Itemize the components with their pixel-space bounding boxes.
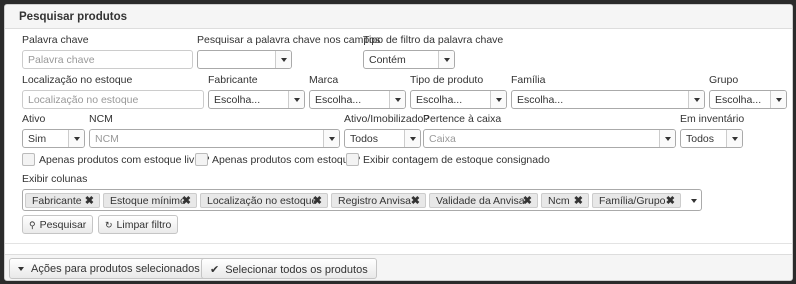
column-tag: Validade da Anvisa ✖ [429,193,538,208]
panel-header: Pesquisar produtos [5,5,792,29]
chevron-down-icon [726,130,742,147]
fixed-asset-label: Ativo/Imobilizado? [344,113,430,125]
group-value: Escolha... [715,94,762,106]
column-tag-label: Estoque mínimo [110,195,186,207]
chevron-down-icon [659,130,675,147]
chevron-down-icon [288,91,304,108]
column-tag-label: Localização no estoque [207,195,318,207]
group-select[interactable]: Escolha... [709,90,787,109]
caret-down-icon[interactable] [691,199,697,203]
consigned-stock-checkbox[interactable] [346,153,359,166]
stock-location-label: Localização no estoque [22,74,133,86]
refresh-icon: ↻ [105,220,113,230]
family-label: Família [511,74,546,86]
free-stock-label: Apenas produtos com estoque livre? [39,154,210,166]
column-tag-label: Ncm [548,195,570,207]
close-icon[interactable]: ✖ [411,194,420,207]
brand-select[interactable]: Escolha... [309,90,406,109]
caret-down-icon [18,267,24,272]
search-products-panel: Pesquisar produtos Palavra chave Palavra… [4,4,793,281]
chevron-down-icon [323,130,339,147]
chevron-down-icon [770,91,786,108]
with-stock-label: Apenas produtos com estoque? [212,154,361,166]
clear-filter-button-label: Limpar filtro [116,219,172,231]
manufacturer-select[interactable]: Escolha... [208,90,305,109]
column-tag: Registro Anvisa ✖ [331,193,426,208]
cash-register-select[interactable]: Caixa [423,129,676,148]
fixed-asset-select[interactable]: Todos [344,129,421,148]
search-button-label: Pesquisar [39,219,87,231]
column-tag: Ncm ✖ [541,193,589,208]
chevron-down-icon [490,91,506,108]
clear-filter-button[interactable]: ↻ Limpar filtro [98,215,179,234]
close-icon[interactable]: ✖ [182,194,191,207]
divider [5,243,792,244]
search-icon: ⚲ [29,220,36,230]
panel-title: Pesquisar produtos [19,11,127,23]
check-icon: ✔ [210,264,220,276]
column-tag: Estoque mínimo ✖ [103,193,197,208]
product-type-value: Escolha... [416,94,463,106]
keyword-label: Palavra chave [22,34,89,46]
inventory-label: Em inventário [680,113,745,125]
filter-type-value: Contém [369,54,406,66]
filter-type-select[interactable]: Contém [363,50,455,69]
active-label: Ativo [22,113,46,125]
selected-products-actions-label: Ações para produtos selecionados [31,263,200,275]
active-select[interactable]: Sim [22,129,85,148]
column-tag-label: Registro Anvisa [338,195,411,207]
search-fields-select[interactable] [197,50,292,69]
cash-register-value: Caixa [429,133,456,145]
close-icon[interactable]: ✖ [574,194,583,207]
select-all-products-label: Selecionar todos os produtos [225,264,368,276]
filter-type-label: Tipo de filtro da palavra chave [363,34,504,46]
selected-products-actions-button[interactable]: Ações para produtos selecionados [9,258,209,279]
group-label: Grupo [709,74,739,86]
family-select[interactable]: Escolha... [511,90,705,109]
ncm-label: NCM [89,113,113,125]
with-stock-checkbox[interactable] [195,153,208,166]
inventory-select[interactable]: Todos [680,129,743,148]
show-columns-label: Exibir colunas [22,173,88,185]
brand-label: Marca [309,74,339,86]
product-type-select[interactable]: Escolha... [410,90,507,109]
column-tag-label: Validade da Anvisa [436,195,525,207]
stock-location-input[interactable]: Localização no estoque [22,90,204,109]
column-tag-label: Família/Grupo [599,195,666,207]
manufacturer-value: Escolha... [214,94,261,106]
search-fields-label: Pesquisar a palavra chave nos campos [197,34,381,46]
close-icon[interactable]: ✖ [85,194,94,207]
ncm-value: NCM [95,133,119,145]
footer-toolbar: Ações para produtos selecionados ✔ Seleci… [5,254,792,280]
column-tag: Localização no estoque ✖ [200,193,328,208]
inventory-value: Todos [686,133,715,145]
close-icon[interactable]: ✖ [313,194,322,207]
manufacturer-label: Fabricante [208,74,258,86]
chevron-down-icon [404,130,420,147]
free-stock-checkbox[interactable] [22,153,35,166]
product-type-label: Tipo de produto [410,74,484,86]
ncm-select[interactable]: NCM [89,129,340,148]
cash-register-label: Pertence à caixa [423,113,502,125]
chevron-down-icon [275,51,291,68]
column-tag-label: Fabricante [32,195,82,207]
search-button[interactable]: ⚲ Pesquisar [22,215,94,234]
select-all-products-button[interactable]: ✔ Selecionar todos os produtos [201,258,377,279]
close-icon[interactable]: ✖ [666,194,675,207]
column-tag: Fabricante ✖ [25,193,100,208]
column-tag: Família/Grupo ✖ [592,193,681,208]
chevron-down-icon [438,51,454,68]
keyword-input[interactable]: Palavra chave [22,50,193,69]
fixed-asset-value: Todos [350,133,379,145]
brand-value: Escolha... [315,94,362,106]
active-value: Sim [28,133,47,145]
close-icon[interactable]: ✖ [523,194,532,207]
consigned-stock-label: Exibir contagem de estoque consignado [363,154,550,166]
chevron-down-icon [68,130,84,147]
chevron-down-icon [389,91,405,108]
columns-multiselect[interactable]: Fabricante ✖ Estoque mínimo ✖ Localização … [22,189,702,211]
family-value: Escolha... [517,94,564,106]
chevron-down-icon [688,91,704,108]
